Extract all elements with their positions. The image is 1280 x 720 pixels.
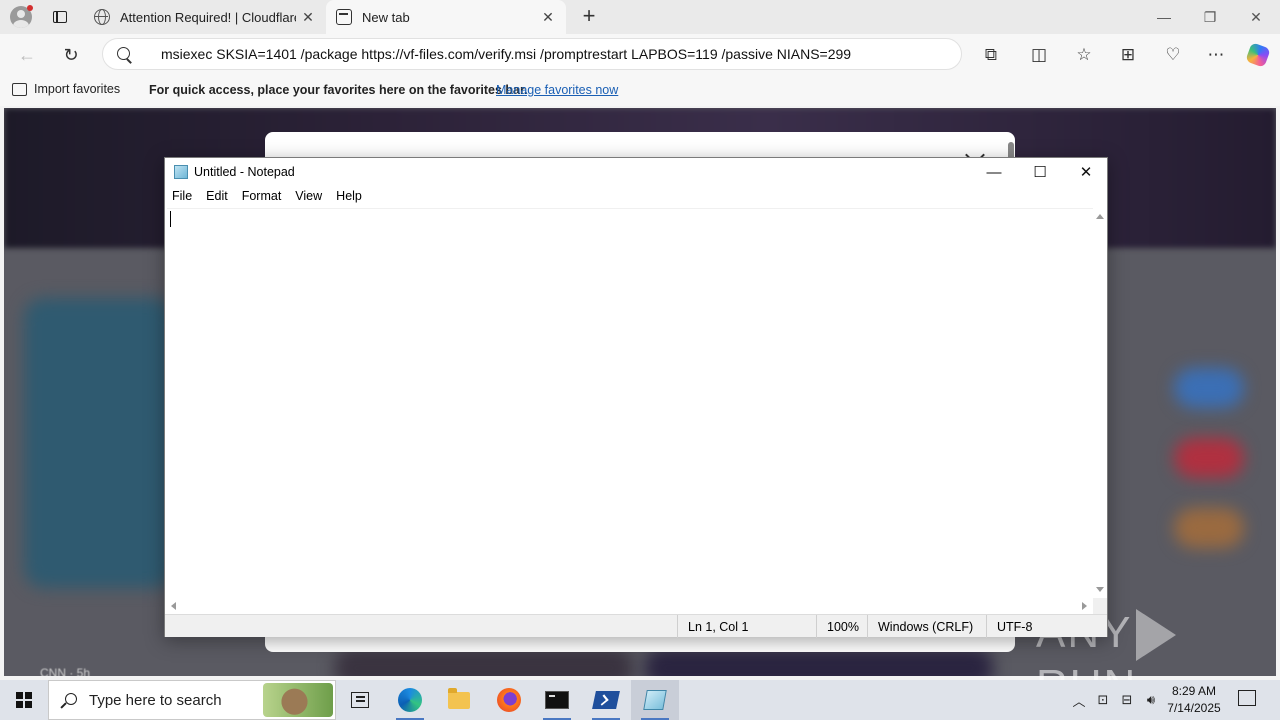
favorites-bar: Import favorites For quick access, place… bbox=[0, 74, 1280, 106]
taskbar-edge[interactable] bbox=[386, 680, 434, 720]
tray-device-icon[interactable]: ⊡ bbox=[1092, 680, 1114, 720]
status-zoom: 100% bbox=[816, 615, 868, 638]
notepad-maximize-button[interactable]: ☐ bbox=[1017, 158, 1063, 186]
address-bar[interactable]: msiexec SKSIA=1401 /package https://vf-f… bbox=[102, 38, 962, 70]
notepad-close-button[interactable]: ✕ bbox=[1063, 158, 1109, 186]
taskbar-notepad[interactable] bbox=[631, 680, 679, 720]
tab-actions-icon[interactable] bbox=[50, 7, 70, 27]
news-image bbox=[334, 648, 634, 676]
status-encoding: UTF-8 bbox=[986, 615, 1107, 638]
news-source: CNN · 5h bbox=[40, 666, 91, 676]
notepad-icon bbox=[174, 165, 188, 179]
notepad-menubar: File Edit Format View Help bbox=[165, 186, 1107, 206]
new-tab-button[interactable]: + bbox=[576, 4, 602, 30]
clock-date: 7/14/2025 bbox=[1167, 701, 1221, 715]
tab-cloudflare[interactable]: Attention Required! | Cloudflare ✕ bbox=[84, 0, 326, 34]
taskbar-clock[interactable]: 8:29 AM 7/14/2025 bbox=[1160, 683, 1228, 717]
manage-favorites-link[interactable]: Manage favorites now bbox=[496, 83, 618, 97]
notepad-icon bbox=[643, 690, 667, 710]
network-icon[interactable]: ⊟ bbox=[1116, 680, 1138, 720]
import-favorites-label: Import favorites bbox=[34, 82, 121, 96]
notepad-window[interactable]: Untitled - Notepad — ☐ ✕ File Edit Forma… bbox=[164, 157, 1108, 638]
taskbar-firefox[interactable] bbox=[485, 680, 533, 720]
file-explorer-icon bbox=[448, 687, 470, 709]
menu-help[interactable]: Help bbox=[329, 186, 369, 206]
more-icon[interactable]: ⋯ bbox=[1203, 42, 1229, 68]
refresh-icon[interactable]: ↻ bbox=[58, 42, 84, 68]
import-favorites-button[interactable]: Import favorites bbox=[12, 82, 120, 96]
notepad-statusbar: Ln 1, Col 1 100% Windows (CRLF) UTF-8 bbox=[165, 614, 1107, 638]
news-image bbox=[24, 298, 174, 588]
search-icon bbox=[117, 47, 133, 63]
split-screen-icon[interactable]: ◫ bbox=[1026, 42, 1052, 68]
notepad-text-area[interactable] bbox=[167, 208, 1093, 598]
windows-logo-icon bbox=[16, 692, 32, 708]
scroll-right-icon[interactable] bbox=[1082, 602, 1087, 610]
horizontal-scrollbar[interactable] bbox=[167, 598, 1093, 614]
taskbar-cmd[interactable] bbox=[533, 680, 581, 720]
edge-icon bbox=[398, 688, 422, 712]
news-image bbox=[644, 648, 994, 676]
firefox-icon bbox=[497, 688, 521, 712]
browser-restore-button[interactable]: ❐ bbox=[1187, 0, 1233, 34]
clock-time: 8:29 AM bbox=[1171, 684, 1217, 698]
address-bar-text[interactable]: msiexec SKSIA=1401 /package https://vf-f… bbox=[161, 46, 851, 62]
news-thumbnail bbox=[1174, 438, 1244, 478]
search-icon bbox=[61, 693, 77, 709]
cmd-icon bbox=[545, 691, 569, 709]
taskbar-search-box[interactable]: Type here to search bbox=[48, 680, 336, 720]
menu-format[interactable]: Format bbox=[235, 186, 289, 206]
status-cursor-position: Ln 1, Col 1 bbox=[677, 615, 817, 638]
status-line-ending: Windows (CRLF) bbox=[867, 615, 987, 638]
task-view-button[interactable] bbox=[336, 680, 384, 720]
vertical-scrollbar[interactable] bbox=[1093, 208, 1107, 598]
scroll-left-icon[interactable] bbox=[171, 602, 176, 610]
taskbar-search-placeholder: Type here to search bbox=[89, 692, 222, 709]
scroll-down-icon[interactable] bbox=[1096, 587, 1104, 592]
back-icon[interactable]: ← bbox=[14, 42, 40, 68]
menu-file[interactable]: File bbox=[165, 186, 199, 206]
notepad-minimize-button[interactable]: — bbox=[971, 158, 1017, 186]
browser-titlebar: Attention Required! | Cloudflare ✕ New t… bbox=[0, 0, 1280, 34]
news-thumbnail bbox=[1174, 368, 1244, 408]
task-view-icon bbox=[351, 692, 369, 708]
browser-toolbar: ← ↻ msiexec SKSIA=1401 /package https://… bbox=[0, 34, 1280, 74]
windows-taskbar: Type here to search ︿ ⊡ ⊟ 🔊︎ 8:29 AM 7/1… bbox=[0, 680, 1280, 720]
start-button[interactable] bbox=[0, 680, 48, 720]
favorites-icon[interactable]: ☆ bbox=[1071, 42, 1097, 68]
profile-notification-dot bbox=[27, 5, 33, 11]
scroll-up-icon[interactable] bbox=[1096, 214, 1104, 219]
menu-view[interactable]: View bbox=[288, 186, 329, 206]
notepad-titlebar[interactable]: Untitled - Notepad — ☐ ✕ bbox=[165, 158, 1107, 186]
play-icon bbox=[1136, 609, 1177, 662]
powershell-icon bbox=[592, 691, 620, 709]
globe-icon bbox=[94, 9, 110, 25]
tab-title: New tab bbox=[362, 9, 410, 25]
taskbar-file-explorer[interactable] bbox=[435, 680, 483, 720]
browser-minimize-button[interactable]: — bbox=[1141, 0, 1187, 34]
browser-close-button[interactable]: ✕ bbox=[1233, 0, 1279, 34]
tray-overflow-icon[interactable]: ︿ bbox=[1068, 680, 1090, 720]
copilot-icon[interactable] bbox=[1245, 42, 1271, 68]
scrollbar-corner bbox=[1093, 598, 1107, 614]
news-thumbnail bbox=[1174, 508, 1244, 548]
menu-edit[interactable]: Edit bbox=[199, 186, 235, 206]
notification-icon[interactable] bbox=[1238, 690, 1256, 706]
favorites-bar-message: For quick access, place your favorites h… bbox=[149, 83, 528, 97]
volume-icon[interactable]: 🔊︎ bbox=[1140, 680, 1162, 720]
tab-close-icon[interactable]: ✕ bbox=[296, 5, 320, 29]
tab-new-tab[interactable]: New tab ✕ bbox=[326, 0, 566, 34]
extensions-icon[interactable]: ⧉ bbox=[978, 42, 1004, 68]
taskbar-powershell[interactable] bbox=[582, 680, 630, 720]
search-highlight-image bbox=[263, 683, 333, 717]
import-icon bbox=[12, 82, 27, 96]
tab-close-icon[interactable]: ✕ bbox=[536, 5, 560, 29]
notepad-title: Untitled - Notepad bbox=[194, 165, 295, 179]
browser-essentials-icon[interactable]: ♡ bbox=[1160, 42, 1186, 68]
text-caret bbox=[170, 211, 171, 227]
tab-title: Attention Required! | Cloudflare bbox=[120, 9, 296, 25]
collections-icon[interactable]: ⊞ bbox=[1115, 42, 1141, 68]
new-tab-icon bbox=[336, 9, 352, 25]
